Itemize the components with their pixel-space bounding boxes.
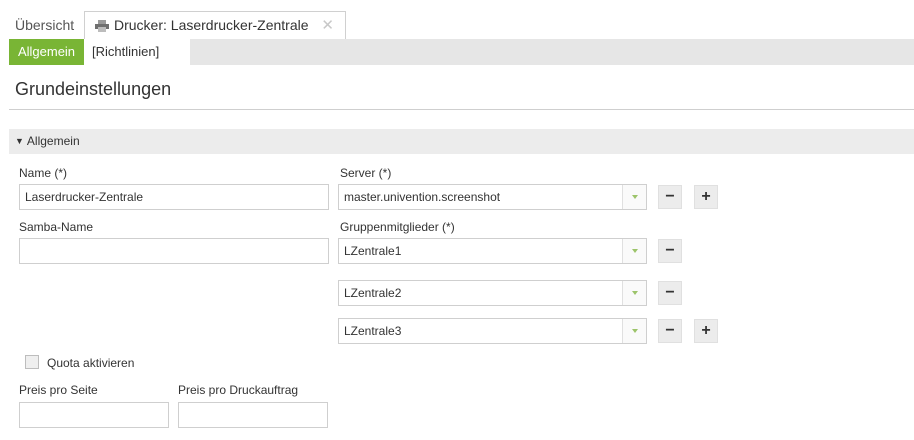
tab-printer-label: Drucker: Laserdrucker-Zentrale [114, 17, 309, 33]
chevron-down-icon[interactable] [622, 185, 646, 209]
section-title[interactable]: ▼ Allgemein [15, 134, 80, 148]
name-label: Name (*) [19, 166, 68, 180]
member-remove-button[interactable]: − [658, 281, 682, 305]
member-select-value: LZentrale3 [344, 324, 402, 338]
member-remove-button[interactable]: − [658, 319, 682, 343]
member-select-2[interactable]: LZentrale2 [338, 280, 647, 306]
minus-icon: − [665, 284, 675, 301]
member-add-button[interactable]: + [694, 319, 718, 343]
member-select-value: LZentrale1 [344, 244, 402, 258]
subtab-general[interactable]: Allgemein [9, 39, 84, 65]
section-header[interactable] [9, 129, 914, 154]
divider [9, 109, 914, 110]
minus-icon: − [665, 242, 675, 259]
chevron-down-icon[interactable] [622, 239, 646, 263]
close-icon[interactable]: ✕ [321, 12, 334, 39]
plus-icon: + [701, 322, 711, 339]
chevron-down-icon[interactable] [622, 281, 646, 305]
minus-icon: − [665, 188, 675, 205]
member-select-1[interactable]: LZentrale1 [338, 238, 647, 264]
price-per-job-input[interactable] [178, 402, 328, 428]
member-select-value: LZentrale2 [344, 286, 402, 300]
caret-down-icon: ▼ [15, 136, 24, 146]
member-remove-button[interactable]: − [658, 239, 682, 263]
plus-icon: + [701, 188, 711, 205]
quota-label[interactable]: Quota aktivieren [47, 356, 134, 370]
server-select[interactable]: master.univention.screenshot [338, 184, 647, 210]
price-per-page-label: Preis pro Seite [19, 383, 98, 397]
tab-overview[interactable]: Übersicht [9, 12, 80, 38]
server-remove-button[interactable]: − [658, 185, 682, 209]
quota-checkbox[interactable] [25, 355, 39, 369]
server-add-button[interactable]: + [694, 185, 718, 209]
server-select-value: master.univention.screenshot [344, 190, 501, 204]
member-select-3[interactable]: LZentrale3 [338, 318, 647, 344]
server-label: Server (*) [340, 166, 392, 180]
chevron-down-icon[interactable] [622, 319, 646, 343]
subtab-policies[interactable]: [Richtlinien] [84, 39, 190, 65]
printer-icon [95, 14, 109, 41]
samba-name-input[interactable] [19, 238, 329, 264]
section-title-label: Allgemein [26, 134, 80, 148]
price-per-page-input[interactable] [19, 402, 169, 428]
name-input[interactable]: Laserdrucker-Zentrale [19, 184, 329, 210]
tab-printer[interactable]: Drucker: Laserdrucker-Zentrale ✕ [84, 11, 346, 40]
page-title: Grundeinstellungen [15, 79, 172, 99]
samba-name-label: Samba-Name [19, 220, 94, 234]
minus-icon: − [665, 322, 675, 339]
price-per-job-label: Preis pro Druckauftrag [178, 383, 299, 397]
members-label: Gruppenmitglieder (*) [340, 220, 455, 234]
